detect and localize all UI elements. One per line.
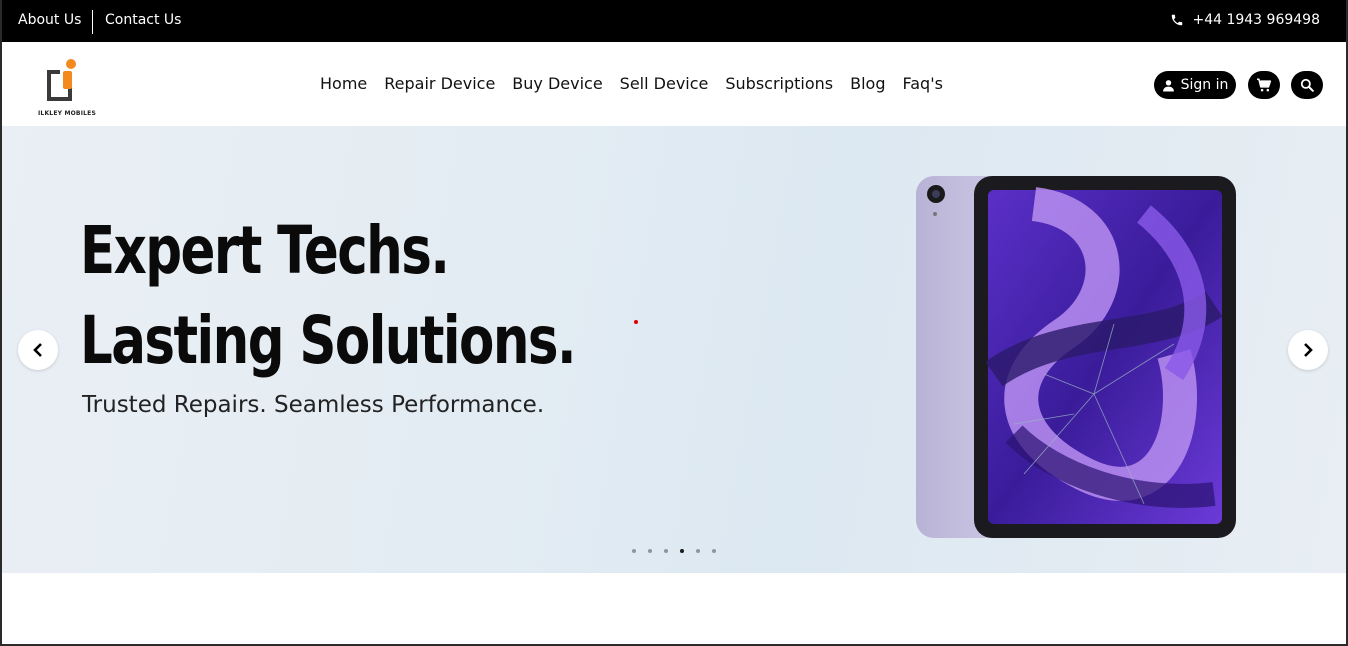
about-us-link[interactable]: About Us bbox=[18, 12, 81, 28]
slide-indicators bbox=[632, 549, 716, 553]
main-navbar: ILKLEY MOBILES Home Repair Device Buy De… bbox=[2, 42, 1346, 126]
nav-repair-device[interactable]: Repair Device bbox=[384, 74, 495, 93]
nav-buy-device[interactable]: Buy Device bbox=[512, 74, 602, 93]
brand-logo[interactable] bbox=[38, 56, 90, 118]
nav-faqs[interactable]: Faq's bbox=[903, 74, 943, 93]
next-slide-button[interactable] bbox=[1288, 330, 1328, 370]
search-button[interactable] bbox=[1291, 71, 1323, 99]
topbar-divider bbox=[92, 10, 93, 34]
contact-us-link[interactable]: Contact Us bbox=[105, 12, 181, 28]
hero-headline-1: Expert Techs. bbox=[80, 212, 450, 289]
chevron-right-icon bbox=[1304, 343, 1313, 357]
cart-button[interactable] bbox=[1248, 71, 1280, 99]
top-bar: About Us Contact Us +44 1943 969498 bbox=[2, 0, 1346, 42]
hero-subline: Trusted Repairs. Seamless Performance. bbox=[82, 392, 545, 418]
user-icon bbox=[1162, 79, 1174, 91]
search-icon bbox=[1300, 78, 1314, 92]
cart-icon bbox=[1257, 78, 1272, 92]
nav-subscriptions[interactable]: Subscriptions bbox=[725, 74, 833, 93]
sign-in-label: Sign in bbox=[1180, 77, 1229, 93]
slide-dot[interactable] bbox=[664, 549, 668, 553]
nav-sell-device[interactable]: Sell Device bbox=[620, 74, 709, 93]
slide-dot[interactable] bbox=[712, 549, 716, 553]
tablet-image bbox=[916, 176, 1236, 538]
nav-home[interactable]: Home bbox=[320, 74, 367, 93]
nav-blog[interactable]: Blog bbox=[850, 74, 885, 93]
decorative-dot bbox=[634, 320, 638, 324]
phone-number: +44 1943 969498 bbox=[1192, 12, 1320, 28]
brand-name: ILKLEY MOBILES bbox=[38, 110, 96, 117]
slide-dot-active[interactable] bbox=[680, 549, 684, 553]
phone-contact[interactable]: +44 1943 969498 bbox=[1170, 12, 1320, 28]
hero-carousel: Expert Techs. Lasting Solutions. Trusted… bbox=[2, 126, 1346, 573]
hero-headline-2: Lasting Solutions. bbox=[80, 302, 577, 379]
chevron-left-icon bbox=[33, 343, 42, 357]
sign-in-button[interactable]: Sign in bbox=[1154, 71, 1236, 99]
slide-dot[interactable] bbox=[648, 549, 652, 553]
prev-slide-button[interactable] bbox=[18, 330, 58, 370]
logo-icon bbox=[47, 59, 76, 101]
nav-menu: Home Repair Device Buy Device Sell Devic… bbox=[320, 74, 943, 93]
phone-icon bbox=[1172, 14, 1183, 26]
slide-dot[interactable] bbox=[696, 549, 700, 553]
slide-dot[interactable] bbox=[632, 549, 636, 553]
